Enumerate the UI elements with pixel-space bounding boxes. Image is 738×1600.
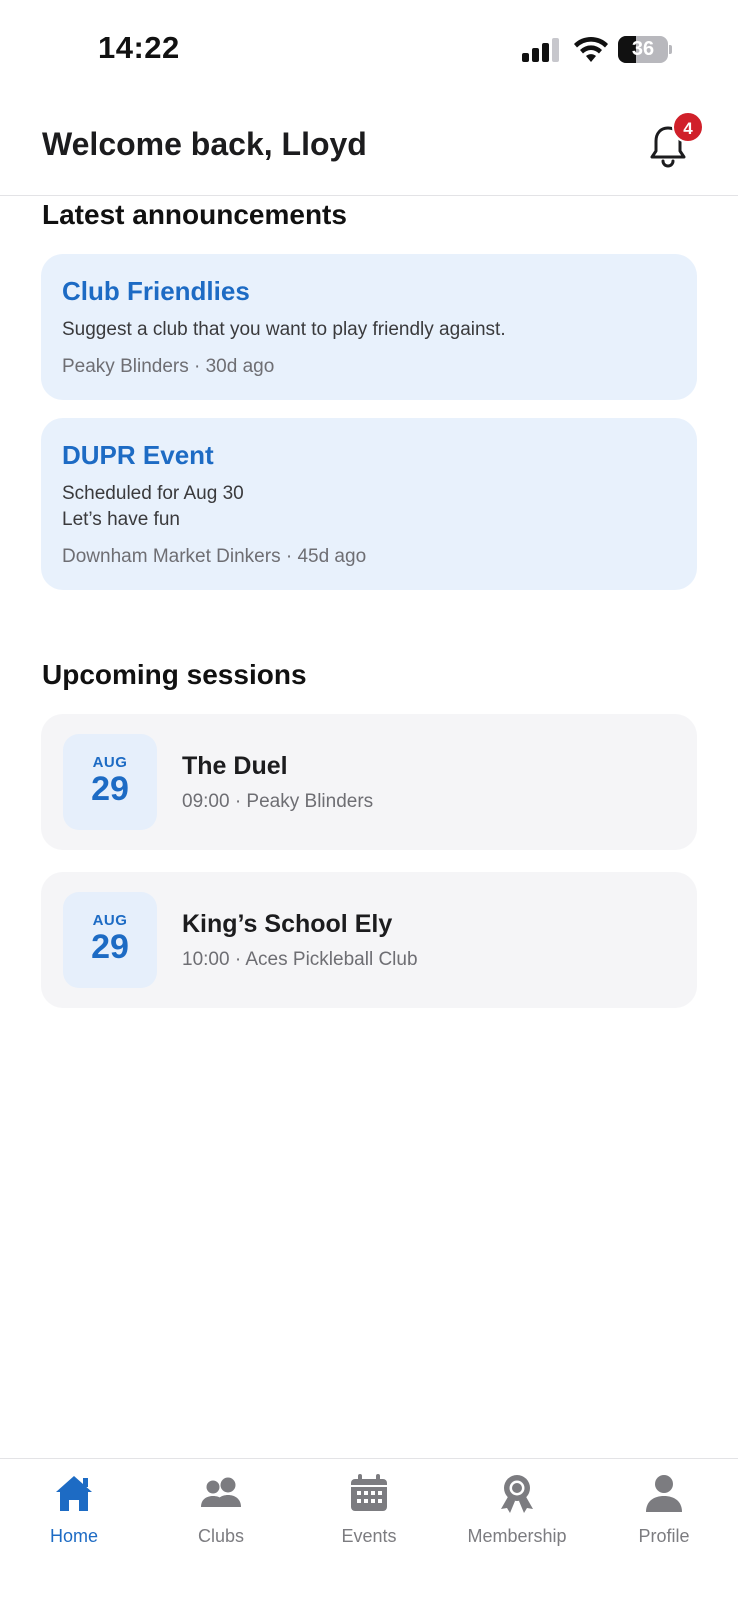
wifi-icon: [574, 36, 608, 62]
session-card[interactable]: AUG 29 The Duel 09:00 · Peaky Blinders: [41, 714, 697, 850]
announcement-body: Suggest a club that you want to play fri…: [62, 319, 506, 340]
announcement-card[interactable]: Club Friendlies Suggest a club that you …: [41, 254, 697, 400]
battery-icon: 36: [618, 36, 672, 63]
session-name: The Duel: [182, 752, 288, 780]
award-icon: [501, 1475, 533, 1513]
tab-bar: Home Clubs Events Membership Profile: [0, 1458, 738, 1600]
clubs-icon: [201, 1477, 241, 1507]
home-screen: 14:22 36 Welcome back, Lloyd 4 Latest an…: [0, 0, 738, 1600]
announcement-body-line: Let’s have fun: [62, 509, 180, 530]
notification-badge: 4: [672, 111, 704, 143]
profile-icon: [646, 1475, 682, 1512]
date-day: 29: [91, 928, 129, 966]
announcement-meta: Peaky Blinders · 30d ago: [62, 356, 275, 377]
announcement-body-line: Scheduled for Aug 30: [62, 483, 244, 504]
battery-percentage: 36: [631, 38, 655, 60]
session-name: King’s School Ely: [182, 910, 393, 938]
tab-home[interactable]: Home: [0, 1459, 148, 1559]
home-icon: [56, 1476, 92, 1511]
session-meta: 09:00 · Peaky Blinders: [182, 791, 374, 812]
tab-profile[interactable]: Profile: [590, 1459, 738, 1559]
status-time: 14:22: [98, 30, 180, 65]
tab-clubs[interactable]: Clubs: [147, 1459, 295, 1559]
calendar-icon: [351, 1474, 387, 1511]
announcement-title: Club Friendlies: [62, 276, 250, 306]
date-month: AUG: [92, 754, 128, 771]
app-header: Welcome back, Lloyd: [0, 100, 738, 196]
date-day: 29: [91, 770, 129, 808]
tab-label: Clubs: [197, 1526, 245, 1546]
tab-label: Membership: [467, 1526, 567, 1546]
announcements-heading: Latest announcements: [42, 199, 347, 230]
tab-label: Profile: [638, 1526, 690, 1546]
tab-label: Events: [341, 1526, 397, 1546]
date-month: AUG: [92, 912, 128, 929]
sessions-heading: Upcoming sessions: [42, 659, 307, 690]
status-bar: 14:22 36: [0, 0, 738, 100]
announcement-card[interactable]: DUPR Event Scheduled for Aug 30 Let’s ha…: [41, 418, 697, 590]
date-tile: AUG 29: [63, 892, 157, 988]
session-meta: 10:00 · Aces Pickleball Club: [182, 949, 418, 970]
page-title: Welcome back, Lloyd: [42, 126, 367, 162]
announcement-title: DUPR Event: [62, 440, 214, 470]
session-card[interactable]: AUG 29 King’s School Ely 10:00 · Aces Pi…: [41, 872, 697, 1008]
date-tile: AUG 29: [63, 734, 157, 830]
tab-events[interactable]: Events: [295, 1459, 443, 1559]
tab-membership[interactable]: Membership: [443, 1459, 591, 1559]
announcement-meta: Downham Market Dinkers · 45d ago: [62, 546, 367, 567]
cellular-signal-icon: [522, 38, 562, 62]
tab-label: Home: [49, 1526, 98, 1546]
